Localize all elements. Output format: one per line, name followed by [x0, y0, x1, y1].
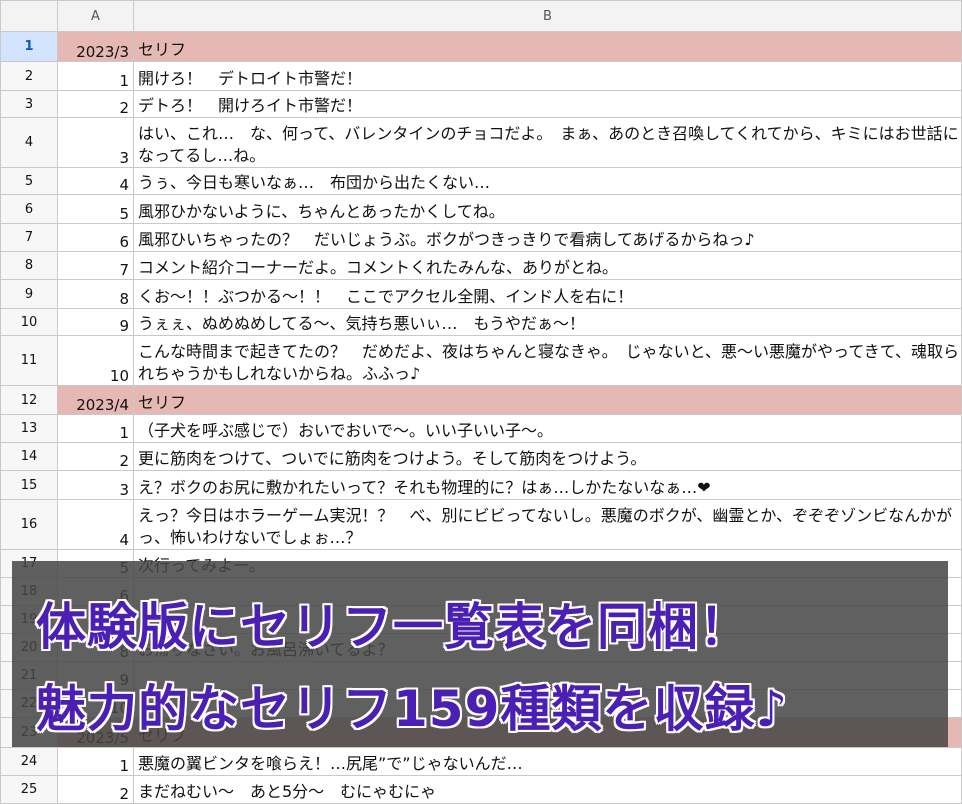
cell-a[interactable]: 5	[57, 194, 134, 224]
cell-a[interactable]: 10	[57, 335, 134, 386]
cell-a[interactable]: 2	[57, 775, 134, 804]
row-number[interactable]: 15	[0, 470, 58, 500]
row-number[interactable]: 2	[0, 61, 58, 91]
row-number[interactable]: 16	[0, 499, 58, 550]
row-number[interactable]: 6	[0, 194, 58, 224]
cell-a[interactable]: 2	[57, 90, 134, 118]
cell-a[interactable]: 1	[57, 61, 134, 91]
table-row: 25 2 まだねむい～ あと5分～ むにゃむにゃ	[0, 775, 962, 804]
cell-a[interactable]: 1	[57, 414, 134, 443]
table-row: 11 10 こんな時間まで起きてたの？ だめだよ、夜はちゃんと寝なきゃ。 じゃないと…	[0, 335, 962, 386]
cell-b[interactable]: え？ボクのお尻に敷かれたいって？それも物理的に？はぁ…しかたないなぁ…❤	[133, 470, 962, 500]
cell-b[interactable]: こんな時間まで起きてたの？ だめだよ、夜はちゃんと寝なきゃ。 じゃないと、悪～い…	[133, 335, 962, 386]
cell-b[interactable]: はい、これ… な、何って、バレンタインのチョコだよ。 まぁ、あのとき召喚してくれ…	[133, 117, 962, 168]
cell-a[interactable]: 2	[57, 442, 134, 471]
cell-b[interactable]: コメント紹介コーナーだよ。コメントくれたみんな、ありがとね。	[133, 251, 962, 280]
cell-b[interactable]: 風邪ひかないように、ちゃんとあったかくしてね。	[133, 194, 962, 224]
table-row: 7 6 風邪ひいちゃったの？ だいじょうぶ。ボクがつきっきりで看病してあげるからねっ…	[0, 223, 962, 252]
column-header-a[interactable]: A	[57, 0, 134, 32]
section-header-row: 1 2023/3 セリフ	[0, 31, 962, 62]
row-number[interactable]: 9	[0, 279, 58, 309]
cell-b[interactable]: セリフ	[133, 31, 962, 62]
row-number[interactable]: 8	[0, 251, 58, 280]
table-row: 15 3 え？ボクのお尻に敷かれたいって？それも物理的に？はぁ…しかたないなぁ…❤	[0, 470, 962, 500]
row-number[interactable]: 13	[0, 414, 58, 443]
table-row: 5 4 うぅ、今日も寒いなぁ… 布団から出たくない…	[0, 167, 962, 195]
table-row: 6 5 風邪ひかないように、ちゃんとあったかくしてね。	[0, 194, 962, 224]
row-number[interactable]: 1	[0, 31, 58, 62]
cell-a[interactable]: 3	[57, 117, 134, 168]
cell-b[interactable]: くお～！！ぶつかる～！！ ここでアクセル全開、インド人を右に！	[133, 279, 962, 309]
row-number[interactable]: 5	[0, 167, 58, 195]
cell-a[interactable]: 3	[57, 470, 134, 500]
table-row: 13 1 （子犬を呼ぶ感じで）おいでおいで～。いい子いい子～。	[0, 414, 962, 443]
cell-a[interactable]: 2023/3	[57, 31, 134, 62]
cell-a[interactable]: 2023/4	[57, 385, 134, 415]
row-number[interactable]: 4	[0, 117, 58, 168]
cell-b[interactable]: 更に筋肉をつけて、ついでに筋肉をつけよう。そして筋肉をつけよう。	[133, 442, 962, 471]
column-header-row: A B	[0, 0, 962, 32]
table-row: 2 1 開けろ！ デトロイト市警だ！	[0, 61, 962, 91]
table-row: 4 3 はい、これ… な、何って、バレンタインのチョコだよ。 まぁ、あのとき召喚して…	[0, 117, 962, 168]
row-number[interactable]: 25	[0, 775, 58, 804]
row-number[interactable]: 24	[0, 747, 58, 776]
cell-b[interactable]: 開けろ！ デトロイト市警だ！	[133, 61, 962, 91]
cell-a[interactable]: 6	[57, 223, 134, 252]
cell-b[interactable]: （子犬を呼ぶ感じで）おいでおいで～。いい子いい子～。	[133, 414, 962, 443]
cell-a[interactable]: 4	[57, 167, 134, 195]
table-row: 3 2 デトろ！ 開けろイト市警だ！	[0, 90, 962, 118]
row-number[interactable]: 3	[0, 90, 58, 118]
table-row: 14 2 更に筋肉をつけて、ついでに筋肉をつけよう。そして筋肉をつけよう。	[0, 442, 962, 471]
table-row: 24 1 悪魔の翼ビンタを喰らえ！…尻尾”で”じゃないんだ…	[0, 747, 962, 776]
section-header-row: 12 2023/4 セリフ	[0, 385, 962, 415]
table-row: 8 7 コメント紹介コーナーだよ。コメントくれたみんな、ありがとね。	[0, 251, 962, 280]
cell-b[interactable]: 悪魔の翼ビンタを喰らえ！…尻尾”で”じゃないんだ…	[133, 747, 962, 776]
cell-b[interactable]: えっ？今日はホラーゲーム実況！？ べ、別にビビってないし。悪魔のボクが、幽霊とか…	[133, 499, 962, 550]
table-row: 9 8 くお～！！ぶつかる～！！ ここでアクセル全開、インド人を右に！	[0, 279, 962, 309]
cell-a[interactable]: 7	[57, 251, 134, 280]
cell-b[interactable]: まだねむい～ あと5分～ むにゃむにゃ	[133, 775, 962, 804]
row-number[interactable]: 10	[0, 308, 58, 336]
promo-line-1: 体験版にセリフ一覧表を同梱！	[36, 598, 750, 656]
cell-a[interactable]: 9	[57, 308, 134, 336]
row-number[interactable]: 11	[0, 335, 58, 386]
promo-line-2: 魅力的なセリフ159種類を収録♪	[36, 680, 789, 738]
table-row: 10 9 うぇぇ、ぬめぬめしてる～、気持ち悪いぃ… もうやだぁ～！	[0, 308, 962, 336]
cell-a[interactable]: 1	[57, 747, 134, 776]
cell-a[interactable]: 4	[57, 499, 134, 550]
cell-b[interactable]: うぅ、今日も寒いなぁ… 布団から出たくない…	[133, 167, 962, 195]
promo-banner-overlay: 体験版にセリフ一覧表を同梱！ 魅力的なセリフ159種類を収録♪	[12, 561, 948, 747]
row-number[interactable]: 14	[0, 442, 58, 471]
table-row: 16 4 えっ？今日はホラーゲーム実況！？ べ、別にビビってないし。悪魔のボクが、幽…	[0, 499, 962, 550]
cell-b[interactable]: うぇぇ、ぬめぬめしてる～、気持ち悪いぃ… もうやだぁ～！	[133, 308, 962, 336]
cell-b[interactable]: セリフ	[133, 385, 962, 415]
cell-b[interactable]: 風邪ひいちゃったの？ だいじょうぶ。ボクがつきっきりで看病してあげるからねっ♪	[133, 223, 962, 252]
select-all-corner[interactable]	[0, 0, 58, 32]
row-number[interactable]: 12	[0, 385, 58, 415]
cell-b[interactable]: デトろ！ 開けろイト市警だ！	[133, 90, 962, 118]
cell-a[interactable]: 8	[57, 279, 134, 309]
column-header-b[interactable]: B	[133, 0, 962, 32]
row-number[interactable]: 7	[0, 223, 58, 252]
